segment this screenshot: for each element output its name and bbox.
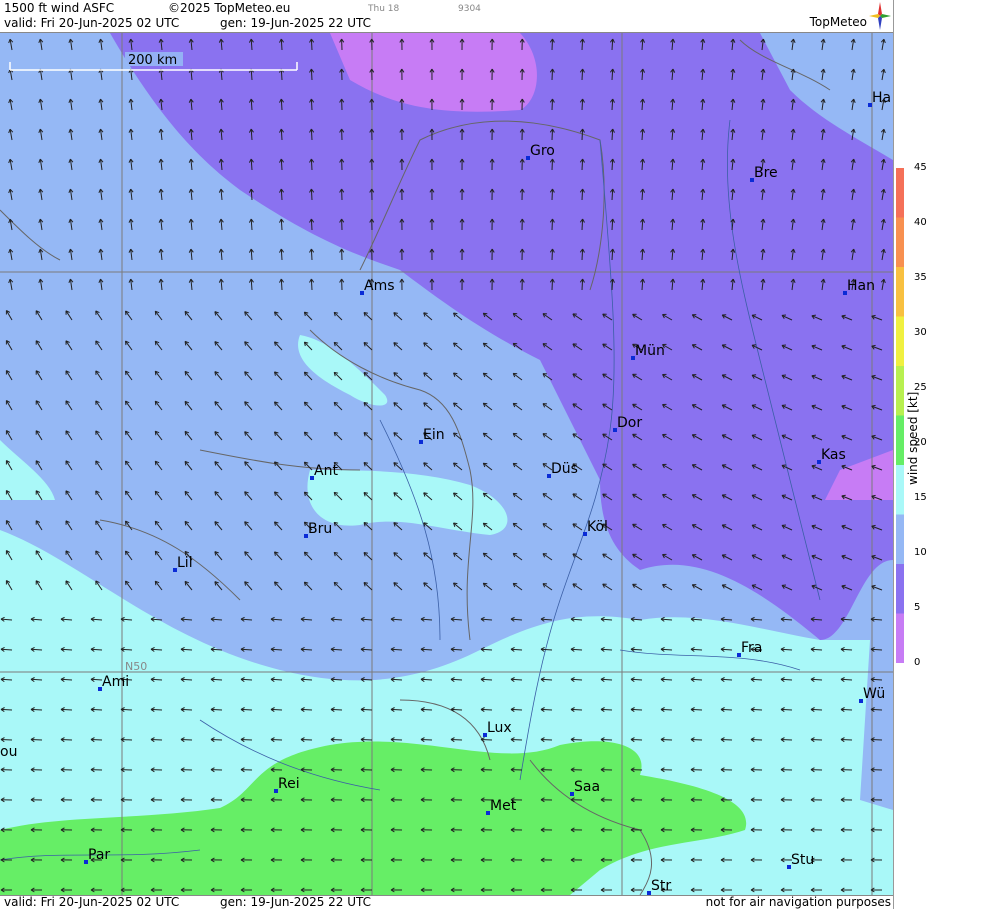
city-label-bre: Bre bbox=[754, 165, 778, 181]
legend-swatch-4 bbox=[896, 416, 904, 466]
legend-tick: 45 bbox=[914, 162, 927, 173]
legend-swatch-5 bbox=[896, 366, 904, 416]
city-label-ami: Ami bbox=[102, 674, 129, 690]
city-label-lil: Lil bbox=[177, 555, 193, 571]
legend-swatch-1 bbox=[896, 564, 904, 614]
city-label-str: Str bbox=[651, 878, 671, 894]
city-label-kas: Kas bbox=[821, 447, 846, 463]
city-label-saa: Saa bbox=[574, 779, 600, 795]
latitude-label: N50 bbox=[125, 660, 147, 673]
brand-name: TopMeteo bbox=[810, 15, 867, 29]
city-label-wur: Wü bbox=[863, 686, 885, 702]
generated-time: gen: 19-Jun-2025 22 UTC bbox=[220, 16, 371, 30]
wind-speed-legend: 454035302520151050 wind speed [kt] bbox=[893, 0, 983, 909]
legend-tick: 10 bbox=[914, 547, 927, 558]
topmeteo-logo[interactable]: TopMeteo bbox=[796, 2, 891, 30]
city-label-dus: Düs bbox=[551, 461, 578, 477]
disclaimer: not for air navigation purposes bbox=[706, 895, 891, 909]
legend-swatch-0 bbox=[896, 614, 904, 664]
city-label-gro: Gro bbox=[530, 143, 555, 159]
city-label-dor: Dor bbox=[617, 415, 642, 431]
legend-swatch-8 bbox=[896, 218, 904, 268]
compass-icon bbox=[869, 2, 891, 30]
footer-generated-time: gen: 19-Jun-2025 22 UTC bbox=[220, 895, 371, 909]
legend-unit: wind speed [kt] bbox=[906, 392, 920, 485]
city-label-lux: Lux bbox=[487, 720, 512, 736]
city-label-met: Met bbox=[490, 798, 517, 814]
city-label-ein: Ein bbox=[423, 427, 445, 443]
map-canvas: 200 km N50 Ha Gro Bre Ams Han Mün Ein Dor Kas Ant… bbox=[0, 33, 893, 895]
legend-swatch-9 bbox=[896, 168, 904, 218]
city-label-ams: Ams bbox=[364, 278, 395, 294]
legend-swatch-2 bbox=[896, 515, 904, 565]
footer-valid-time: valid: Fri 20-Jun-2025 02 UTC bbox=[4, 895, 179, 909]
legend-tick: 40 bbox=[914, 217, 927, 228]
scale-label: 200 km bbox=[128, 53, 177, 68]
product-title: 1500 ft wind ASFC bbox=[4, 1, 114, 15]
copyright: ©2025 TopMeteo.eu bbox=[168, 1, 290, 15]
city-label-rei: Rei bbox=[278, 776, 300, 792]
city-label-rou: ou bbox=[0, 744, 17, 760]
code-tab[interactable]: 9304 bbox=[458, 4, 481, 14]
city-label-ham: Ha bbox=[872, 90, 891, 106]
city-label-han: Han bbox=[847, 278, 875, 294]
legend-swatch-7 bbox=[896, 267, 904, 317]
city-label-ant: Ant bbox=[314, 463, 338, 479]
day-tab[interactable]: Thu 18 bbox=[368, 4, 399, 14]
city-label-kol: Köl bbox=[587, 519, 608, 535]
legend-tick: 5 bbox=[914, 602, 920, 613]
legend-tick: 15 bbox=[914, 492, 927, 503]
city-label-bru: Bru bbox=[308, 521, 332, 537]
header-bar: 1500 ft wind ASFC ©2025 TopMeteo.eu Thu … bbox=[0, 0, 893, 33]
legend-tick: 0 bbox=[914, 657, 920, 668]
wind-map[interactable]: 200 km N50 Ha Gro Bre Ams Han Mün Ein Dor Kas Ant… bbox=[0, 33, 893, 895]
legend-tick: 35 bbox=[914, 272, 927, 283]
city-label-mun: Mün bbox=[635, 343, 665, 359]
city-label-par: Par bbox=[88, 847, 110, 863]
legend-swatch-6 bbox=[896, 317, 904, 367]
footer-bar: valid: Fri 20-Jun-2025 02 UTC gen: 19-Ju… bbox=[0, 895, 893, 910]
city-label-fra: Fra bbox=[741, 640, 762, 656]
legend-swatch-3 bbox=[896, 465, 904, 515]
valid-time: valid: Fri 20-Jun-2025 02 UTC bbox=[4, 16, 179, 30]
legend-tick: 30 bbox=[914, 327, 927, 338]
city-label-stu: Stu bbox=[791, 852, 814, 868]
